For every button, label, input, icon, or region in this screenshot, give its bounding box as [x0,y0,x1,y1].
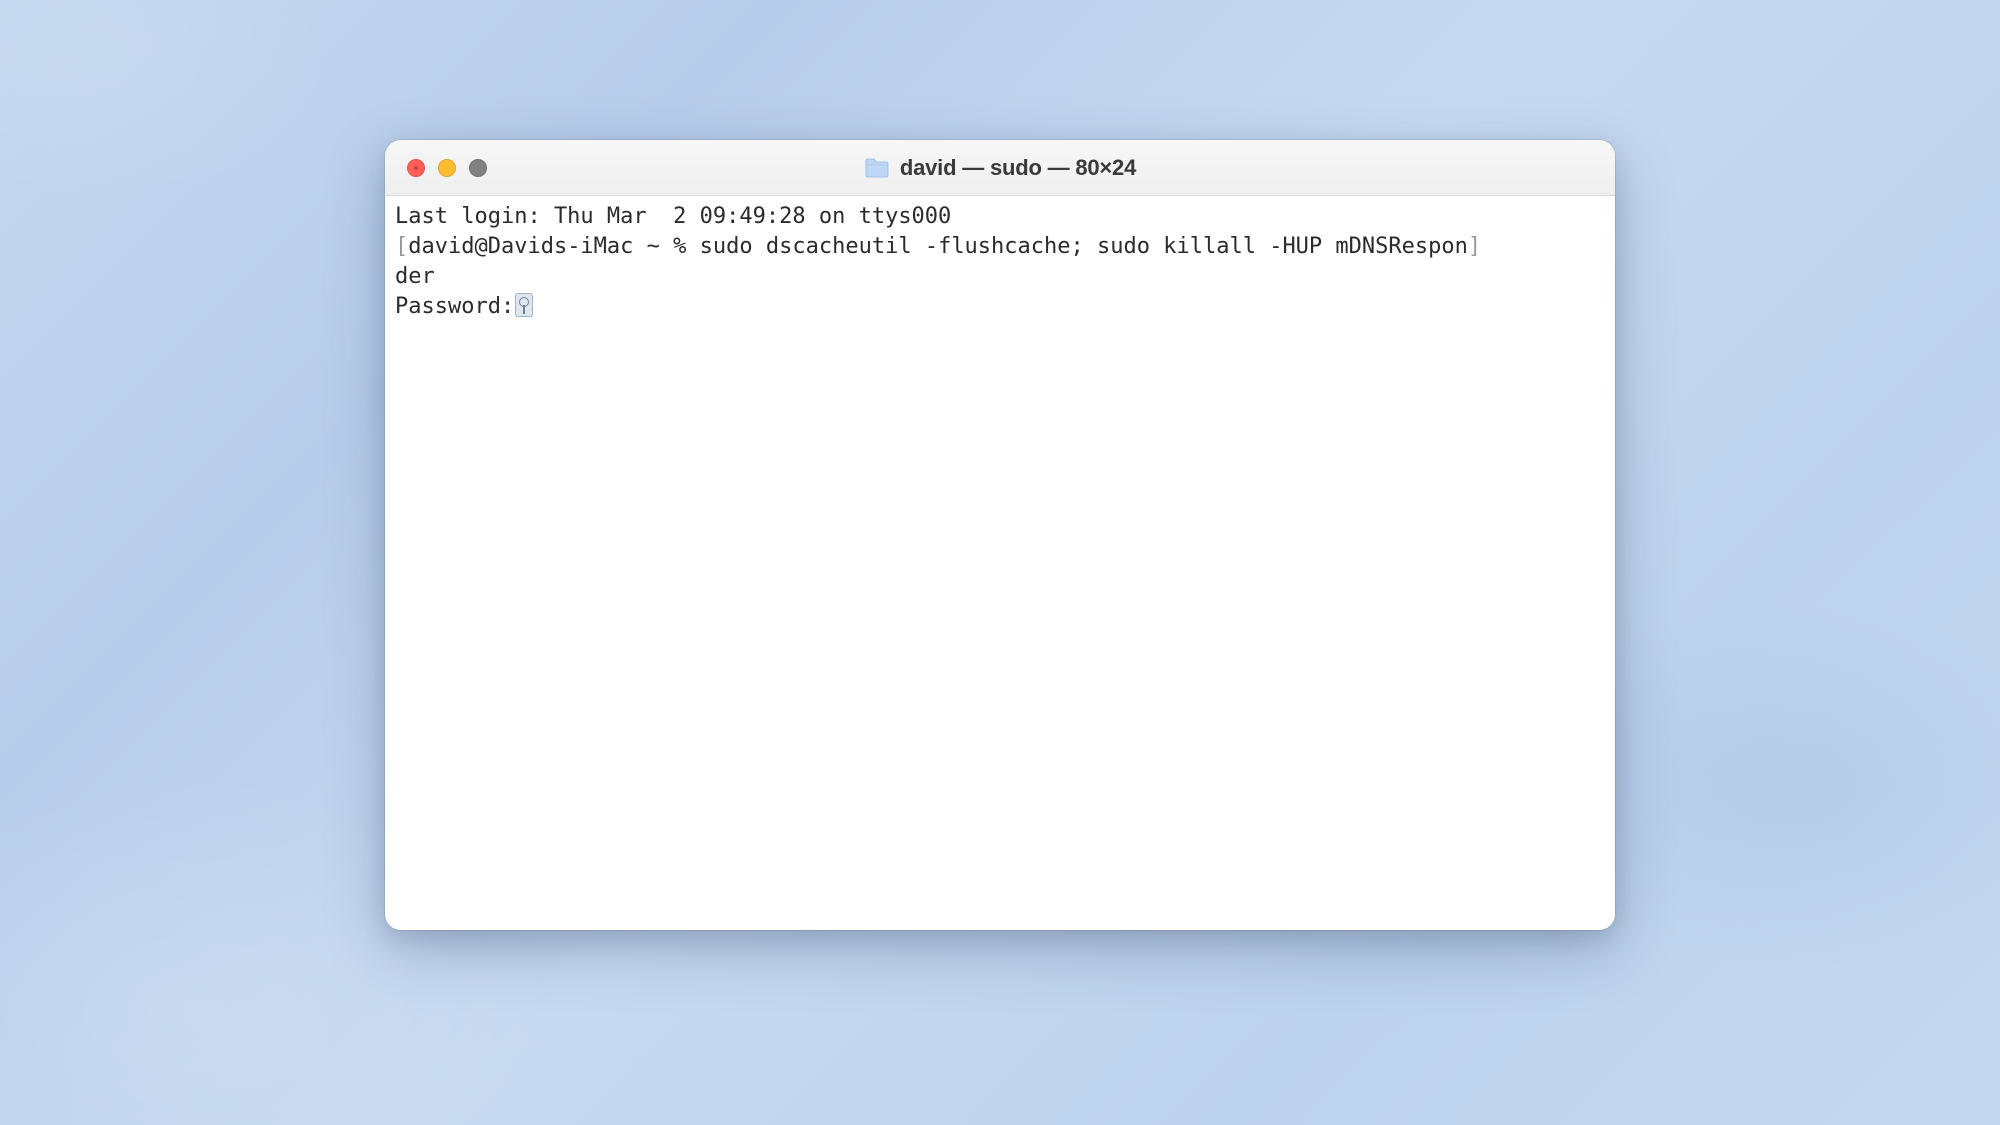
command-text-part1: sudo dscacheutil -flushcache; sudo killa… [700,234,1468,259]
folder-icon [864,157,890,179]
bracket-open: [ [395,234,408,259]
terminal-output[interactable]: Last login: Thu Mar 2 09:49:28 on ttys00… [385,196,1615,930]
traffic-lights [385,159,487,177]
bracket-close: ] [1468,234,1481,259]
password-label: Password: [395,294,514,319]
last-login-line: Last login: Thu Mar 2 09:49:28 on ttys00… [395,202,1605,232]
command-line: [david@Davids-iMac ~ % sudo dscacheutil … [395,232,1605,262]
key-icon [515,293,533,317]
shell-prompt: david@Davids-iMac ~ % [408,234,699,259]
close-button[interactable] [407,159,425,177]
minimize-button[interactable] [438,159,456,177]
command-wrap-line: der [395,262,1605,292]
password-line: Password: [395,292,1605,322]
terminal-window: david — sudo — 80×24 Last login: Thu Mar… [385,140,1615,930]
window-title-group: david — sudo — 80×24 [385,140,1615,195]
titlebar[interactable]: david — sudo — 80×24 [385,140,1615,196]
window-title: david — sudo — 80×24 [900,155,1136,181]
maximize-button[interactable] [469,159,487,177]
